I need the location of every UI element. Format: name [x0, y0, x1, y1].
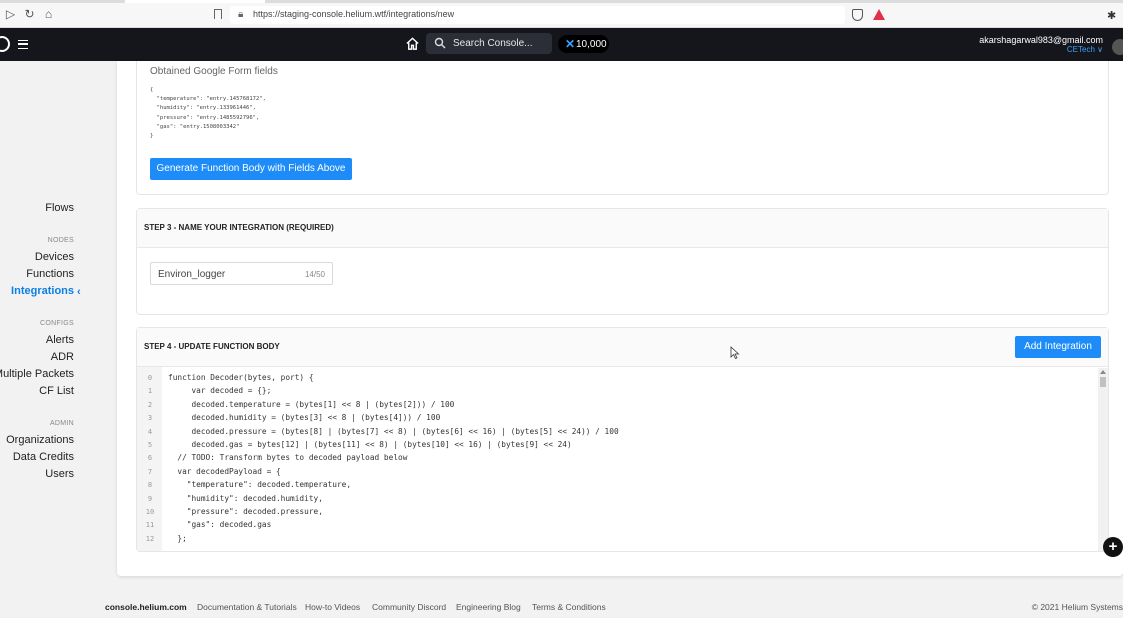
line-number: 0: [147, 374, 153, 382]
sidebar-item-data-credits[interactable]: Data Credits: [13, 451, 74, 463]
step4-header: STEP 4 - UPDATE FUNCTION BODY: [137, 328, 1108, 367]
url-text: https://staging-console.helium.wtf/integ…: [253, 9, 455, 19]
step4-title: STEP 4 - UPDATE FUNCTION BODY: [144, 342, 280, 351]
form-fields-json: { "temperature": "entry.145768172", "hum…: [150, 87, 266, 140]
code-line: decoded.gas = bytes[12] | (bytes[11] << …: [168, 440, 572, 449]
address-bar[interactable]: 🔒︎ https://staging-console.helium.wtf/in…: [230, 6, 845, 24]
chevron-left-icon: ‹: [77, 286, 81, 298]
function-body-editor[interactable]: 0 function Decoder(bytes, port) { 1 var de…: [137, 367, 1108, 551]
code-line: "humidity": decoded.humidity,: [168, 493, 323, 503]
search-console[interactable]: Search Console...: [426, 33, 552, 54]
line-number: 5: [147, 441, 153, 449]
step3-header: STEP 3 - NAME YOUR INTEGRATION (REQUIRED…: [137, 209, 1108, 248]
search-placeholder: Search Console...: [453, 38, 533, 49]
sidebar-item-multiple-packets[interactable]: Multiple Packets: [0, 368, 74, 380]
editor-scroll-thumb[interactable]: [1100, 377, 1106, 387]
add-integration-button[interactable]: Add Integration: [1015, 336, 1101, 358]
generate-function-button[interactable]: Generate Function Body with Fields Above: [150, 158, 352, 180]
sidebar-section-admin: ADMIN: [49, 420, 74, 427]
scroll-up-icon[interactable]: [1100, 370, 1106, 374]
line-number: 2: [147, 400, 153, 409]
dc-balance: 10,000: [576, 39, 607, 50]
form-fields-title: Obtained Google Form fields: [150, 66, 278, 77]
dc-icon: ✕: [565, 37, 576, 51]
brave-rewards-icon[interactable]: [873, 9, 885, 20]
editor-scrollbar[interactable]: [1098, 368, 1108, 551]
code-line: decoded.pressure = (bytes[8] | (bytes[7]…: [168, 426, 619, 436]
line-number: 6: [147, 454, 153, 463]
avatar[interactable]: [1112, 39, 1123, 55]
sidebar-item-functions[interactable]: Functions: [26, 268, 74, 280]
line-number: 9: [147, 494, 153, 503]
footer-blog-link[interactable]: Engineering Blog: [456, 602, 521, 612]
integration-name-value: Environ_logger: [158, 269, 226, 280]
lock-icon: 🔒︎: [238, 9, 244, 20]
extensions-icon[interactable]: ✱: [1107, 9, 1116, 22]
sidebar-item-flows[interactable]: Flows: [45, 202, 74, 214]
active-tab[interactable]: [125, 0, 265, 3]
line-number: 3: [147, 414, 153, 423]
char-counter: 14/50: [304, 270, 325, 279]
sidebar-item-users[interactable]: Users: [45, 468, 74, 480]
integration-name-input[interactable]: Environ_logger 14/50: [150, 262, 333, 285]
sidebar-item-integrations[interactable]: Integrations: [11, 285, 74, 297]
search-icon: [434, 37, 446, 49]
code-line: };: [168, 533, 187, 543]
home-browser-icon[interactable]: ⌂: [42, 8, 55, 21]
tab-strip: [0, 0, 1123, 3]
sidebar-item-organizations[interactable]: Organizations: [6, 434, 74, 446]
reload-icon[interactable]: ↻: [23, 8, 36, 21]
mouse-cursor-icon: [730, 346, 740, 359]
org-switcher[interactable]: CETech ∨: [1067, 45, 1103, 54]
bookmark-icon[interactable]: [214, 9, 222, 19]
footer-terms-link[interactable]: Terms & Conditions: [532, 602, 606, 612]
code-line: // TODO: Transform bytes to decoded payl…: [168, 453, 408, 463]
code-line: var decodedPayload = {: [168, 466, 281, 476]
code-line: "temperature": decoded.temperature,: [168, 480, 352, 490]
sidebar-item-alerts[interactable]: Alerts: [46, 334, 74, 346]
line-number: 11: [145, 521, 155, 530]
code-line: var decoded = {};: [168, 386, 272, 396]
code-line: "gas": decoded.gas: [168, 520, 272, 530]
footer-discord-link[interactable]: Community Discord: [372, 602, 446, 612]
sidebar-item-adr[interactable]: ADR: [51, 351, 74, 363]
brave-shield-icon[interactable]: [852, 9, 863, 21]
footer: console.helium.com Documentation & Tutor…: [0, 596, 1123, 618]
footer-videos-link[interactable]: How-to Videos: [305, 602, 360, 612]
code-line: function Decoder(bytes, port) {: [168, 373, 314, 382]
line-number: 8: [147, 481, 153, 490]
line-number: 7: [147, 467, 153, 476]
sidebar-item-devices[interactable]: Devices: [35, 251, 74, 263]
forward-icon[interactable]: ▷: [4, 8, 17, 21]
sidebar-section-configs: CONFIGS: [40, 320, 74, 327]
home-icon[interactable]: [405, 36, 420, 51]
code-line: decoded.temperature = (bytes[1] << 8 | (…: [168, 399, 455, 409]
footer-copyright: © 2021 Helium Systems: [1031, 602, 1123, 612]
code-line: decoded.humidity = (bytes[3] << 8 | (byt…: [168, 413, 441, 423]
menu-icon[interactable]: [18, 40, 28, 49]
sidebar-section-nodes: NODES: [47, 237, 74, 244]
sidebar-item-cf-list[interactable]: CF List: [39, 385, 74, 397]
line-number: 1: [147, 387, 153, 396]
user-email[interactable]: akarshagarwal983@gmail.com: [979, 35, 1103, 45]
line-number: 4: [147, 427, 153, 436]
line-number: 10: [145, 508, 155, 516]
line-number: 12: [145, 534, 155, 543]
footer-docs-link[interactable]: Documentation & Tutorials: [197, 602, 297, 612]
code-line: "pressure": decoded.pressure,: [168, 507, 323, 516]
step3-title: STEP 3 - NAME YOUR INTEGRATION (REQUIRED…: [144, 223, 334, 232]
data-credits-badge[interactable]: ✕ 10,000: [558, 35, 609, 53]
footer-brand-link[interactable]: console.helium.com: [105, 602, 187, 612]
add-fab-button[interactable]: +: [1103, 537, 1123, 557]
